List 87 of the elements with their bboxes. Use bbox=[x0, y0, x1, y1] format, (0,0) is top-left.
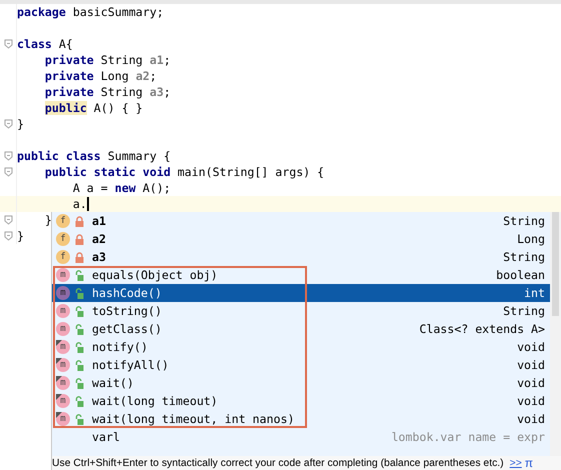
code-line: public A() { } bbox=[44, 101, 143, 115]
unlock-icon bbox=[75, 324, 84, 334]
lock-icon bbox=[75, 216, 84, 226]
item-type: String bbox=[503, 250, 546, 264]
member-kind-icon: f bbox=[56, 232, 70, 246]
completion-item[interactable]: m wait(long timeout, int nanos) void bbox=[52, 410, 550, 428]
item-name: wait() bbox=[92, 376, 134, 390]
code-line: private Long a2; bbox=[44, 69, 157, 83]
completion-item[interactable]: f a1 String bbox=[52, 212, 550, 230]
member-kind-icon: m bbox=[56, 304, 70, 318]
member-kind-icon: m bbox=[56, 286, 70, 300]
item-name: notifyAll() bbox=[92, 358, 169, 372]
code-line: private String a3; bbox=[44, 85, 171, 99]
completion-item[interactable]: m notifyAll() void bbox=[52, 356, 550, 374]
unlock-icon bbox=[75, 396, 84, 406]
code-line: } bbox=[17, 229, 24, 243]
fold-marker-icon[interactable] bbox=[4, 215, 13, 225]
item-type: void bbox=[517, 412, 546, 426]
unlock-icon bbox=[75, 414, 84, 424]
member-kind-icon: m bbox=[56, 268, 70, 282]
item-name: getClass() bbox=[92, 322, 162, 336]
code-line: private String a1; bbox=[44, 53, 171, 67]
member-kind-icon: m bbox=[56, 358, 70, 372]
code-line: public class Summary { bbox=[17, 149, 171, 163]
completion-item[interactable]: f a2 Long bbox=[52, 230, 550, 248]
completion-item[interactable]: m wait(long timeout) void bbox=[52, 392, 550, 410]
code-line: A a = new A(); bbox=[72, 181, 171, 195]
code-line: package basicSummary; bbox=[17, 5, 164, 19]
code-line: } bbox=[44, 213, 52, 227]
item-type: void bbox=[517, 394, 546, 408]
hint-text: Use Ctrl+Shift+Enter to syntactically correct your code after completing (balance parentheses etc.) bbox=[52, 458, 504, 468]
code-line: class A{ bbox=[17, 37, 73, 51]
item-name: wait(long timeout, int nanos) bbox=[92, 412, 294, 426]
completion-item[interactable]: m wait() void bbox=[52, 374, 550, 392]
item-name: a2 bbox=[92, 232, 106, 246]
item-name: a1 bbox=[92, 214, 106, 228]
fold-marker-icon[interactable] bbox=[4, 231, 13, 241]
code-line: } bbox=[17, 117, 24, 131]
item-type: String bbox=[503, 214, 546, 228]
unlock-icon bbox=[75, 270, 84, 280]
code-line: public static void main(String[] args) { bbox=[44, 165, 324, 179]
unlock-icon bbox=[75, 378, 84, 388]
item-type: Long bbox=[517, 232, 546, 246]
item-type: boolean bbox=[496, 268, 546, 282]
completion-item[interactable]: m equals(Object obj) boolean bbox=[52, 266, 550, 284]
member-kind-icon: m bbox=[56, 412, 70, 426]
unlock-icon bbox=[75, 342, 84, 352]
item-type: String bbox=[503, 304, 546, 318]
item-type: lombok.var name = expr bbox=[391, 430, 546, 444]
item-name: a3 bbox=[92, 250, 106, 264]
unlock-icon bbox=[75, 288, 84, 298]
completion-item[interactable]: m notify() void bbox=[52, 338, 550, 356]
item-name: wait(long timeout) bbox=[92, 394, 218, 408]
scrollbar-thumb[interactable] bbox=[552, 212, 559, 316]
item-type: Class<? extends A> bbox=[419, 322, 546, 336]
code-line: a. bbox=[72, 197, 87, 211]
item-type: void bbox=[517, 358, 546, 372]
completion-item[interactable]: m getClass() Class<? extends A> bbox=[52, 320, 550, 338]
fold-marker-icon[interactable] bbox=[4, 151, 13, 161]
completion-item[interactable]: m toString() String bbox=[52, 302, 550, 320]
member-kind-icon: m bbox=[56, 376, 70, 390]
lock-icon bbox=[75, 252, 84, 262]
item-name: equals(Object obj) bbox=[92, 268, 218, 282]
item-name: varl bbox=[92, 430, 120, 444]
more-link[interactable]: >> bbox=[510, 458, 522, 468]
lock-icon bbox=[75, 234, 84, 244]
text-cursor bbox=[86, 197, 89, 211]
completion-item[interactable]: varl lombok.var name = expr bbox=[52, 428, 550, 446]
fold-marker-icon[interactable] bbox=[4, 119, 13, 129]
pi-icon[interactable]: π bbox=[524, 456, 534, 470]
unlock-icon bbox=[75, 306, 84, 316]
completion-item[interactable]: m hashCode() int bbox=[52, 284, 550, 302]
member-kind-icon: m bbox=[56, 340, 70, 354]
member-kind-icon: f bbox=[56, 250, 70, 264]
item-name: notify() bbox=[92, 340, 148, 354]
member-kind-icon: m bbox=[56, 322, 70, 336]
item-name: toString() bbox=[92, 304, 162, 318]
fold-marker-icon[interactable] bbox=[4, 39, 13, 49]
member-kind-icon: f bbox=[56, 214, 70, 228]
item-type: void bbox=[517, 340, 546, 354]
item-type: void bbox=[517, 376, 546, 390]
fold-marker-icon[interactable] bbox=[4, 167, 13, 177]
item-name: hashCode() bbox=[92, 286, 162, 300]
member-kind-icon: m bbox=[56, 394, 70, 408]
completion-item[interactable]: f a3 String bbox=[52, 248, 550, 266]
unlock-icon bbox=[75, 360, 84, 370]
item-type: int bbox=[524, 286, 546, 300]
